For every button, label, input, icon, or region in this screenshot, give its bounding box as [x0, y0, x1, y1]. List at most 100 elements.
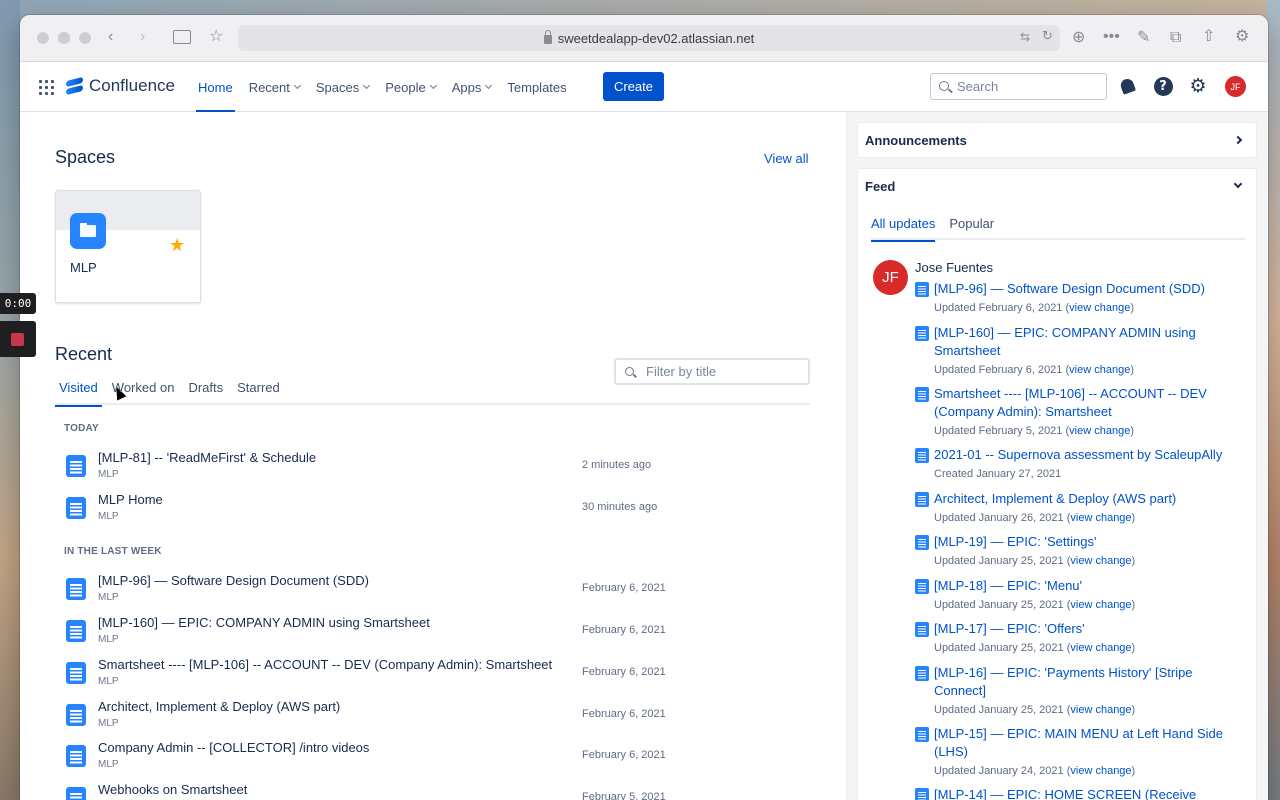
- feed-item-link[interactable]: [MLP-160] — EPIC: COMPANY ADMIN using Sm…: [934, 324, 1234, 360]
- feed-item-link[interactable]: Architect, Implement & Deploy (AWS part): [934, 490, 1234, 508]
- page-space: MLP: [98, 676, 119, 687]
- feed-item-link[interactable]: [MLP-17] — EPIC: 'Offers': [934, 620, 1234, 638]
- space-name: MLP: [70, 260, 97, 275]
- url-text: sweetdealapp-dev02.atlassian.net: [557, 30, 755, 46]
- view-change-link[interactable]: view change: [1070, 642, 1131, 654]
- feed-item-date: Updated February 6, 2021: [934, 364, 1063, 376]
- page-icon: [915, 788, 929, 800]
- space-card-mlp[interactable]: ★ MLP: [55, 190, 201, 303]
- settings-gear-icon[interactable]: ⚙: [1188, 75, 1208, 97]
- nav-templates-label: Templates: [507, 79, 567, 95]
- notifications-icon[interactable]: [1117, 76, 1137, 96]
- recent-tabs: Visited Worked on Drafts Starred: [55, 380, 810, 407]
- list-item[interactable]: Architect, Implement & Deploy (AWS part)…: [64, 699, 814, 739]
- page-icon: [66, 578, 86, 600]
- page-title: Webhooks on Smartsheet: [98, 782, 248, 797]
- feed-item-meta: Updated January 24, 2021 (view change): [934, 765, 1136, 777]
- view-change-link[interactable]: view change: [1070, 765, 1131, 777]
- sidebar-toggle-icon[interactable]: [173, 30, 191, 44]
- view-change-link[interactable]: view change: [1069, 364, 1130, 376]
- star-icon[interactable]: ★: [169, 235, 185, 256]
- list-item[interactable]: Company Admin -- [COLLECTOR] /intro vide…: [64, 740, 814, 780]
- list-item[interactable]: [MLP-160] — EPIC: COMPANY ADMIN using Sm…: [64, 615, 814, 655]
- nav-templates[interactable]: Templates: [501, 62, 572, 112]
- tab-drafts[interactable]: Drafts: [184, 380, 227, 405]
- nav-spaces[interactable]: Spaces: [310, 62, 375, 112]
- tab-starred[interactable]: Starred: [233, 380, 284, 405]
- page-space: MLP: [98, 469, 119, 480]
- page-time: February 5, 2021: [582, 791, 666, 800]
- nav-recent[interactable]: Recent: [243, 62, 306, 112]
- page-icon: [915, 535, 929, 550]
- confluence-logo[interactable]: Confluence: [66, 76, 175, 96]
- share-icon[interactable]: ⇧: [1202, 28, 1215, 44]
- app-switcher-icon[interactable]: [39, 80, 54, 95]
- user-avatar[interactable]: JF: [1225, 76, 1246, 97]
- view-change-link[interactable]: view change: [1069, 425, 1130, 437]
- browser-window: ‹ › ☆ sweetdealapp-dev02.atlassian.net ⇆…: [20, 15, 1268, 800]
- feed-item-link[interactable]: [MLP-15] — EPIC: MAIN MENU at Left Hand …: [934, 725, 1234, 761]
- tab-visited[interactable]: Visited: [55, 380, 102, 407]
- extension-icon[interactable]: ✎: [1137, 29, 1150, 45]
- feed-item-date: Updated February 5, 2021: [934, 425, 1063, 437]
- feed-item-meta: Updated February 5, 2021 (view change): [934, 425, 1134, 437]
- zoom-window-button[interactable]: [79, 32, 91, 44]
- more-icon[interactable]: •••: [1103, 29, 1120, 45]
- feed-user-name[interactable]: Jose Fuentes: [915, 260, 993, 275]
- nav-apps-label: Apps: [451, 79, 482, 95]
- forward-icon[interactable]: ›: [140, 29, 145, 45]
- nav-home[interactable]: Home: [192, 62, 239, 113]
- tab-all-updates[interactable]: All updates: [871, 216, 936, 242]
- page-icon: [915, 448, 929, 463]
- feed-item-link[interactable]: [MLP-14] — EPIC: HOME SCREEN (Receive Or…: [934, 786, 1234, 800]
- nav-people[interactable]: People: [379, 62, 441, 112]
- feed-item-link[interactable]: [MLP-16] — EPIC: 'Payments History' [Str…: [934, 664, 1234, 700]
- translate-icon[interactable]: ⇆: [1020, 29, 1030, 45]
- page-icon: [915, 666, 929, 681]
- chevron-down-icon[interactable]: [1233, 179, 1243, 189]
- reload-icon[interactable]: ↻: [1042, 29, 1053, 45]
- close-window-button[interactable]: [37, 32, 49, 44]
- feed-item-link[interactable]: 2021-01 -- Supernova assessment by Scale…: [934, 446, 1234, 464]
- list-item[interactable]: Webhooks on Smartsheet February 5, 2021: [64, 782, 814, 800]
- announcements-title: Announcements: [865, 133, 967, 148]
- feed-item-date: Updated January 25, 2021: [934, 555, 1064, 567]
- create-button[interactable]: Create: [603, 72, 664, 101]
- address-bar[interactable]: sweetdealapp-dev02.atlassian.net: [238, 25, 1060, 51]
- back-icon[interactable]: ‹: [108, 29, 113, 45]
- page-title: Company Admin -- [COLLECTOR] /intro vide…: [98, 740, 370, 755]
- announcements-panel[interactable]: Announcements: [857, 122, 1257, 158]
- search-input[interactable]: Search: [930, 73, 1107, 100]
- download-icon[interactable]: ⊕: [1072, 29, 1085, 45]
- page-icon: [915, 727, 929, 742]
- feed-item-link[interactable]: [MLP-19] — EPIC: 'Settings': [934, 533, 1234, 551]
- page-icon: [66, 455, 86, 477]
- feed-user-avatar[interactable]: JF: [873, 260, 908, 295]
- feed-item-link[interactable]: Smartsheet ---- [MLP-106] -- ACCOUNT -- …: [934, 385, 1234, 421]
- feed-item-date: Updated February 6, 2021: [934, 302, 1063, 314]
- settings-icon[interactable]: ⚙: [1235, 28, 1249, 44]
- view-change-link[interactable]: view change: [1070, 555, 1131, 567]
- feed-item-link[interactable]: [MLP-18] — EPIC: 'Menu': [934, 577, 1234, 595]
- view-change-link[interactable]: view change: [1069, 302, 1130, 314]
- view-all-spaces-link[interactable]: View all: [764, 151, 809, 166]
- stop-recording-button[interactable]: [0, 321, 36, 357]
- view-change-link[interactable]: view change: [1070, 512, 1131, 524]
- tab-worked-on[interactable]: Worked on: [108, 380, 179, 405]
- feed-item-meta: Updated January 25, 2021 (view change): [934, 704, 1136, 716]
- list-item[interactable]: Smartsheet ---- [MLP-106] -- ACCOUNT -- …: [64, 657, 814, 697]
- help-icon[interactable]: ?: [1153, 76, 1173, 96]
- minimize-window-button[interactable]: [58, 32, 70, 44]
- nav-apps[interactable]: Apps: [446, 62, 498, 112]
- view-change-link[interactable]: view change: [1070, 704, 1131, 716]
- list-item[interactable]: [MLP-96] — Software Design Document (SDD…: [64, 573, 814, 613]
- bookmark-star-icon[interactable]: ☆: [209, 28, 223, 44]
- feed-item-link[interactable]: [MLP-96] — Software Design Document (SDD…: [934, 280, 1234, 298]
- list-item[interactable]: MLP Home MLP 30 minutes ago: [64, 492, 814, 532]
- view-change-link[interactable]: view change: [1070, 599, 1131, 611]
- tab-popular[interactable]: Popular: [949, 216, 994, 240]
- tabs-icon[interactable]: ⧉: [1170, 29, 1181, 45]
- chevron-down-icon: [363, 81, 371, 89]
- list-item[interactable]: [MLP-81] -- 'ReadMeFirst' & Schedule MLP…: [64, 450, 814, 490]
- feed-item-date: Updated January 24, 2021: [934, 765, 1064, 777]
